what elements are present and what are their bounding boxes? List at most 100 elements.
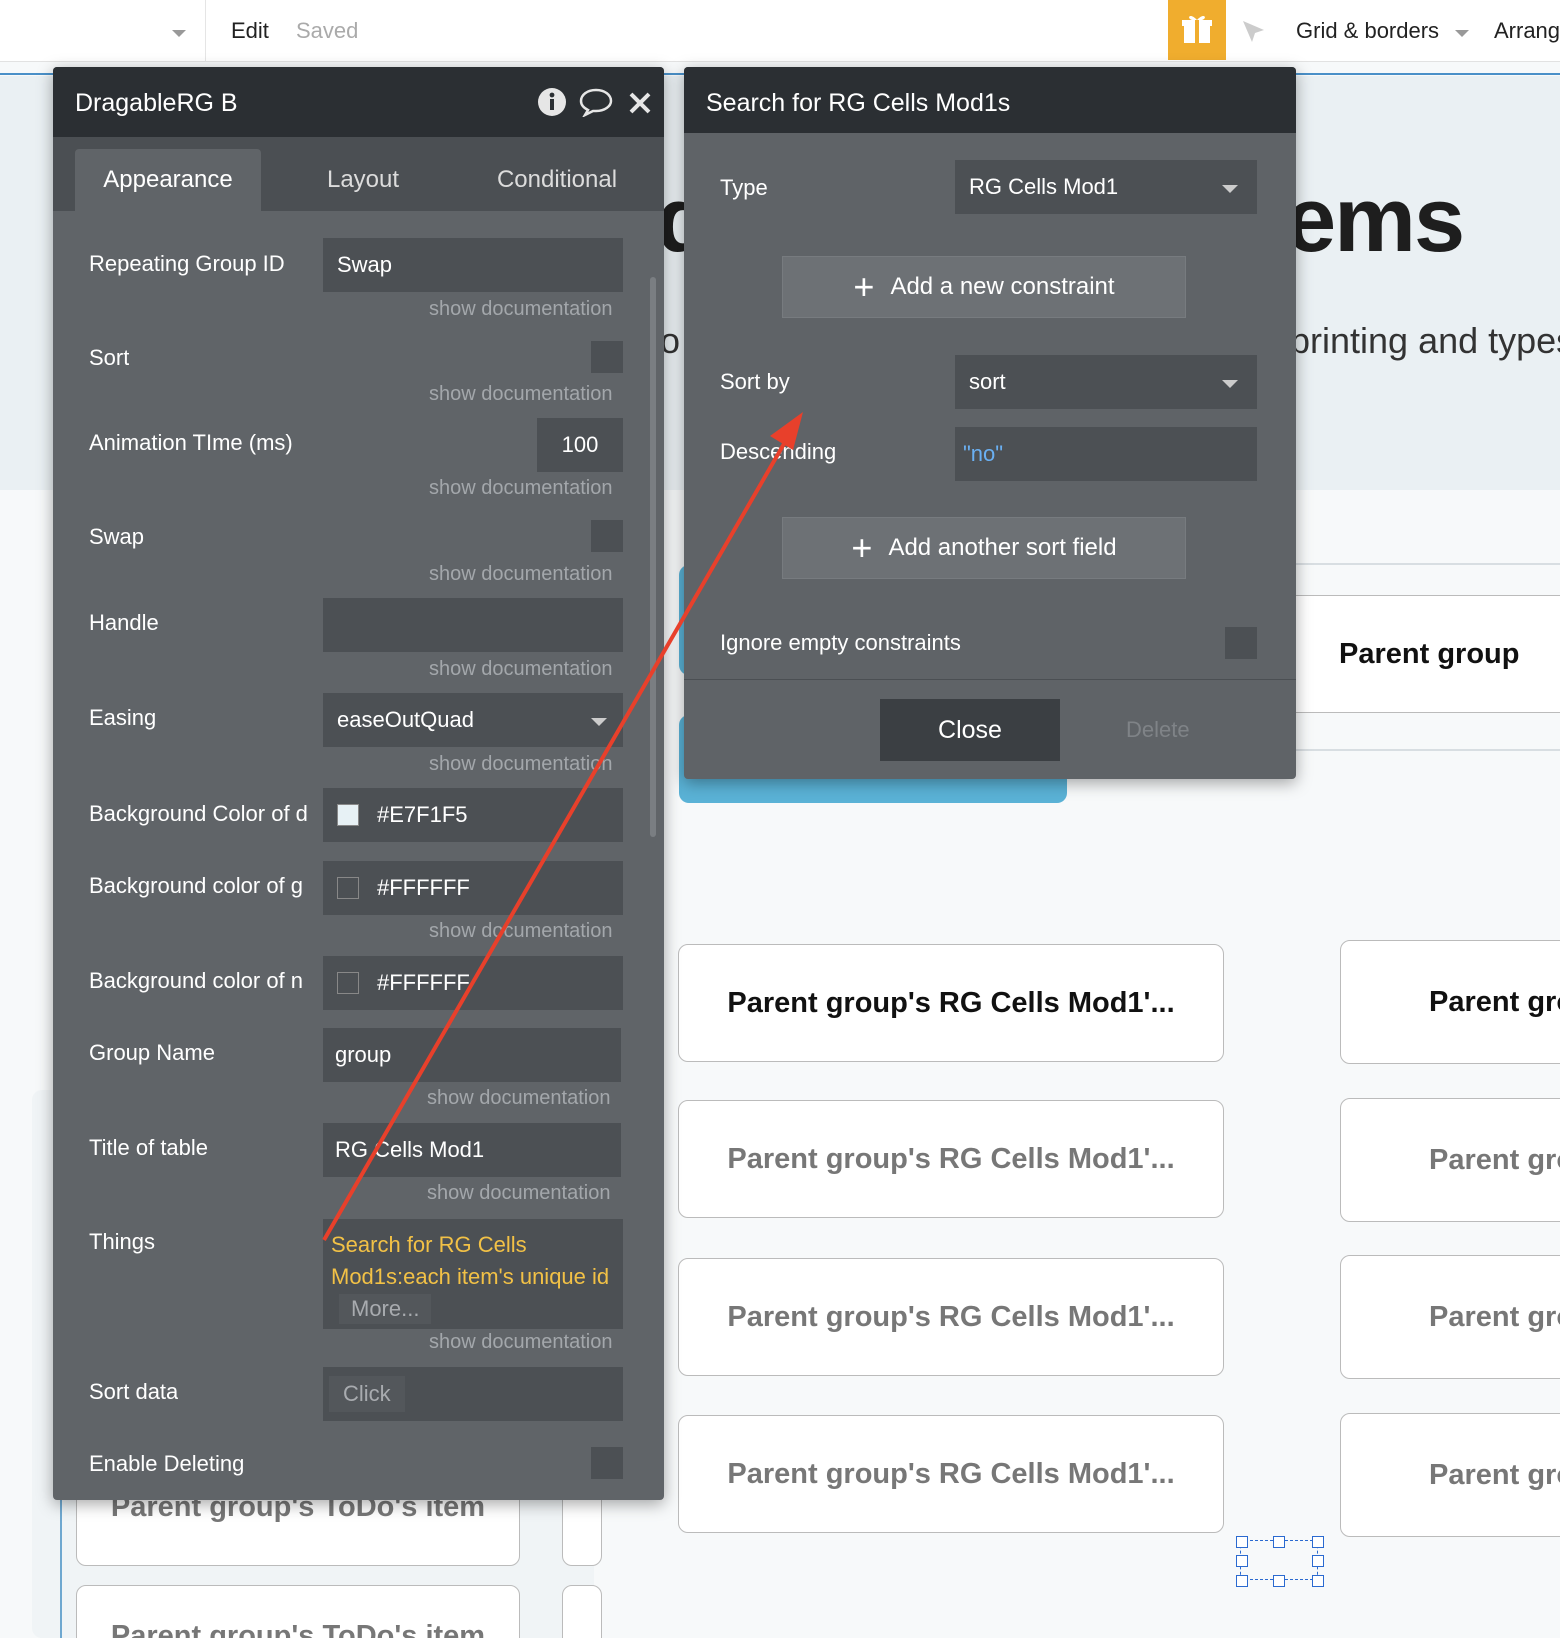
add-sort-field-button[interactable]: + Add another sort field (782, 517, 1186, 579)
show-documentation-link[interactable]: show documentation (427, 1182, 610, 1205)
page-dropdown-chevron-icon[interactable] (172, 30, 186, 37)
canvas-card[interactable]: Parent group's RG Cells Mod1'... (678, 1258, 1224, 1376)
todo-card-edge[interactable] (562, 1585, 602, 1638)
handle-input[interactable] (323, 598, 623, 652)
card-label: Parent gro (1429, 1458, 1560, 1491)
sort-checkbox[interactable] (591, 341, 623, 373)
sort-by-label: Sort by (720, 369, 790, 394)
expression-line[interactable]: Mod1s:each item's unique id (331, 1261, 615, 1293)
show-documentation-link[interactable]: show documentation (429, 298, 612, 321)
animation-time-input[interactable]: 100 (537, 418, 623, 472)
sort-by-dropdown[interactable]: sort (955, 355, 1257, 409)
card-label: Parent gro (1429, 1300, 1560, 1333)
title-of-table-input[interactable]: RG Cells Mod1 (323, 1123, 621, 1177)
resize-handle[interactable] (1312, 1575, 1324, 1587)
card-label: Parent group (1339, 637, 1520, 670)
tab-appearance[interactable]: Appearance (75, 149, 261, 211)
sort-data-click-button[interactable]: Click (329, 1376, 405, 1412)
bg-color-g-label: Background color of g (89, 873, 304, 898)
resize-handle[interactable] (1273, 1536, 1285, 1548)
resize-handle[interactable] (1236, 1536, 1248, 1548)
pointer-icon[interactable] (1240, 18, 1268, 46)
info-icon[interactable] (537, 87, 567, 117)
more-button[interactable]: More... (339, 1294, 432, 1324)
plus-icon: + (851, 527, 873, 568)
canvas-card[interactable]: Parent gro (1340, 1255, 1560, 1379)
easing-value: easeOutQuad (337, 707, 474, 732)
comment-icon[interactable] (579, 87, 613, 117)
toolbar-divider (205, 0, 206, 62)
show-documentation-link[interactable]: show documentation (429, 920, 612, 943)
group-name-input[interactable]: group (323, 1028, 621, 1082)
gift-button[interactable] (1168, 0, 1226, 60)
rg-id-label: Repeating Group ID (89, 251, 285, 276)
expression-line[interactable]: Search for RG Cells (331, 1229, 615, 1261)
sort-by-value: sort (969, 369, 1006, 394)
tab-conditional[interactable]: Conditional (457, 149, 657, 211)
canvas-card[interactable]: Parent gro (1340, 940, 1560, 1064)
resize-handle[interactable] (1236, 1575, 1248, 1587)
card-label: Parent group's RG Cells Mod1'... (727, 986, 1175, 1019)
search-dialog: Search for RG Cells Mod1s Type RG Cells … (684, 67, 1296, 779)
bg-color-n-input[interactable]: #FFFFFF (323, 956, 623, 1010)
resize-handle[interactable] (1236, 1555, 1248, 1567)
divider-line (1290, 749, 1560, 751)
canvas-card[interactable]: Parent group's RG Cells Mod1'... (678, 1100, 1224, 1218)
show-documentation-link[interactable]: show documentation (427, 1087, 610, 1110)
animation-time-label: Animation TIme (ms) (89, 430, 293, 455)
bg-color-d-input[interactable]: #E7F1F5 (323, 788, 623, 842)
tab-layout[interactable]: Layout (273, 149, 453, 211)
panel-tabs: Appearance Layout Conditional (53, 137, 664, 211)
rg-id-input[interactable]: Swap (323, 238, 623, 292)
show-documentation-link[interactable]: show documentation (429, 658, 612, 681)
dialog-divider (684, 679, 1296, 680)
canvas-card-top[interactable]: Parent group (1250, 595, 1560, 713)
add-constraint-button[interactable]: + Add a new constraint (782, 256, 1186, 318)
easing-label: Easing (89, 705, 157, 730)
things-expression[interactable]: Search for RG Cells Mod1s:each item's un… (323, 1219, 623, 1329)
todo-card[interactable]: Parent group's ToDo's item (76, 1585, 520, 1638)
panel-scrollbar[interactable] (650, 277, 656, 837)
bg-color-d-value: #E7F1F5 (377, 802, 468, 827)
chevron-down-icon (1222, 185, 1238, 193)
things-label: Things (89, 1229, 156, 1254)
show-documentation-link[interactable]: show documentation (429, 477, 612, 500)
type-dropdown[interactable]: RG Cells Mod1 (955, 160, 1257, 214)
canvas-card[interactable]: Parent group's RG Cells Mod1'... (678, 944, 1224, 1062)
grid-borders-menu[interactable]: Grid & borders (1296, 18, 1439, 44)
group-name-label: Group Name (89, 1040, 215, 1065)
swap-label: Swap (89, 524, 145, 549)
canvas-card[interactable]: Parent gro (1340, 1413, 1560, 1537)
arrange-menu[interactable]: Arrang (1494, 18, 1560, 44)
delete-button[interactable]: Delete (1126, 717, 1190, 743)
canvas-card[interactable]: Parent gro (1340, 1098, 1560, 1222)
bg-color-g-value: #FFFFFF (377, 875, 470, 900)
descending-label: Descending (720, 439, 837, 464)
close-button[interactable]: Close (880, 699, 1060, 761)
easing-dropdown[interactable]: easeOutQuad (323, 693, 623, 747)
color-swatch[interactable] (337, 972, 359, 994)
ignore-empty-checkbox[interactable] (1225, 627, 1257, 659)
bg-color-g-input[interactable]: #FFFFFF (323, 861, 623, 915)
resize-handle[interactable] (1312, 1536, 1324, 1548)
edit-menu[interactable]: Edit (231, 18, 269, 44)
show-documentation-link[interactable]: show documentation (429, 1331, 612, 1354)
swap-checkbox[interactable] (591, 520, 623, 552)
color-swatch[interactable] (337, 877, 359, 899)
bg-color-d-label: Background Color of d (89, 801, 308, 826)
show-documentation-link[interactable]: show documentation (429, 563, 612, 586)
type-label: Type (720, 175, 768, 200)
search-dialog-header: Search for RG Cells Mod1s (684, 67, 1296, 133)
canvas-card[interactable]: Parent group's RG Cells Mod1'... (678, 1415, 1224, 1533)
close-icon[interactable] (628, 91, 652, 115)
show-documentation-link[interactable]: show documentation (429, 383, 612, 406)
selection-outline (60, 1480, 62, 1638)
show-documentation-link[interactable]: show documentation (429, 753, 612, 776)
resize-handle[interactable] (1312, 1555, 1324, 1567)
enable-deleting-label: Enable Deleting (89, 1451, 245, 1476)
chevron-down-icon (1455, 30, 1469, 37)
resize-handle[interactable] (1273, 1575, 1285, 1587)
descending-input[interactable]: "no" (955, 427, 1257, 481)
color-swatch[interactable] (337, 804, 359, 826)
enable-deleting-checkbox[interactable] (591, 1447, 623, 1479)
